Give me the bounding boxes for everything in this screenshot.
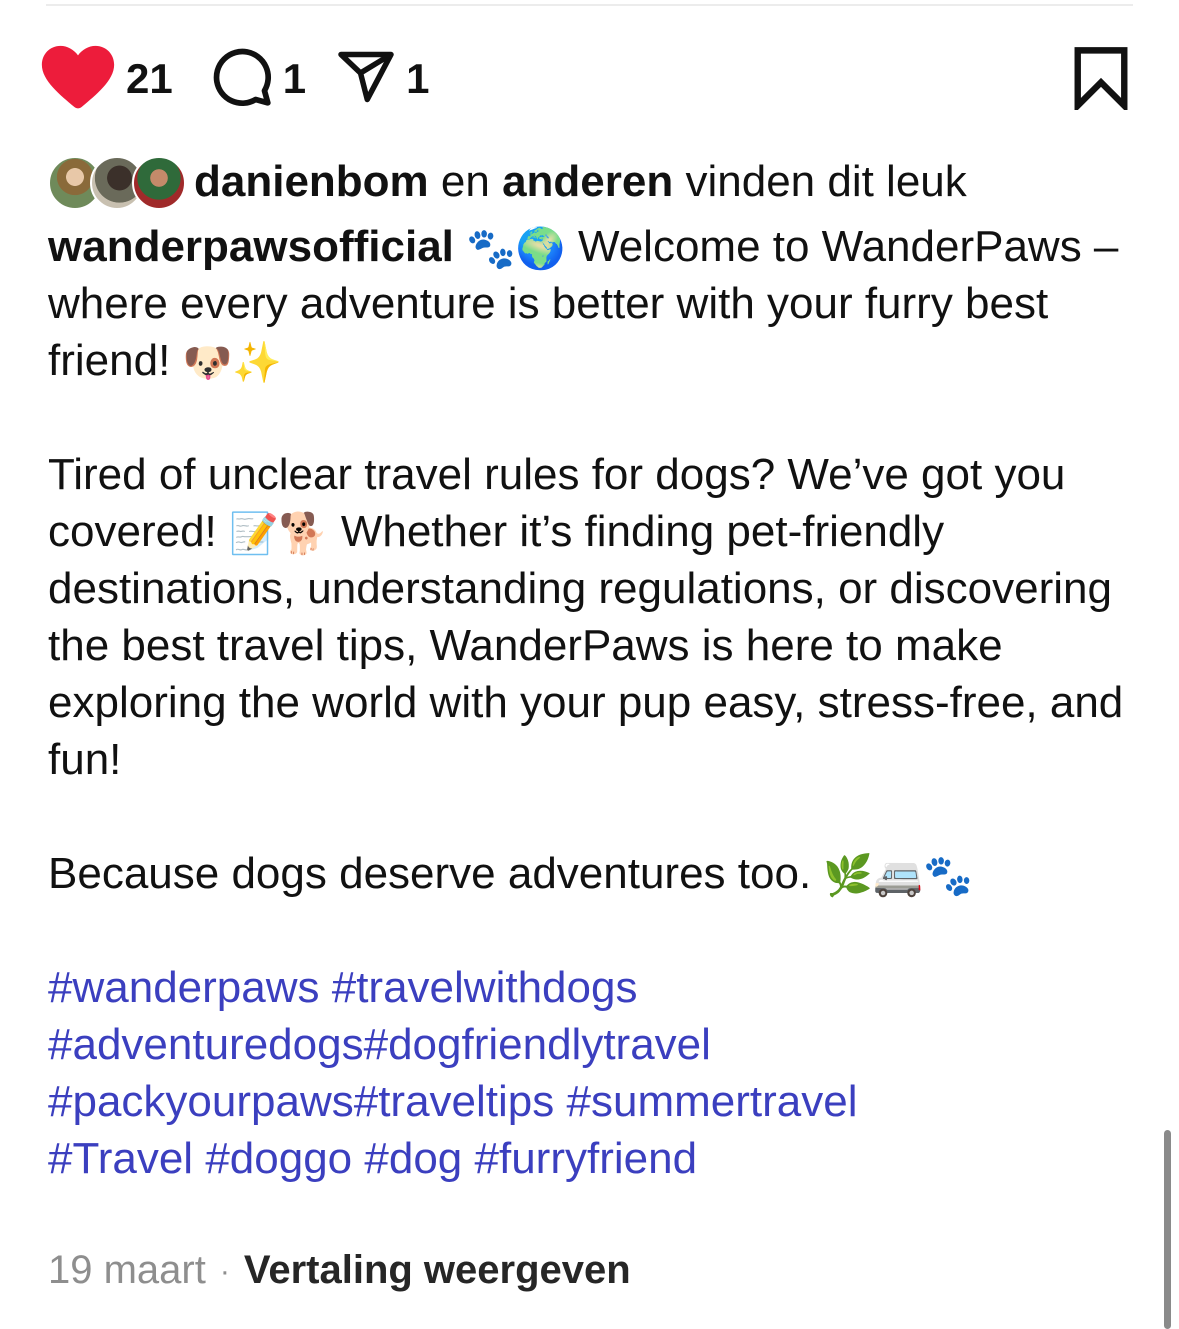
hashtag-link[interactable]: #traveltips <box>354 1077 555 1126</box>
liked-by-avatars[interactable] <box>48 154 186 210</box>
post-caption: wanderpawsofficial 🐾🌍 Welcome to WanderP… <box>48 218 1138 1187</box>
like-count: 21 <box>126 55 173 102</box>
post-meta: 19 maart · Vertaling weergeven <box>48 1242 631 1300</box>
save-button[interactable] <box>1071 46 1131 114</box>
hashtag-link[interactable]: #furryfriend <box>475 1134 698 1183</box>
hashtag-link[interactable]: #dogfriendlytravel <box>364 1020 711 1069</box>
comment-icon <box>211 46 273 113</box>
hashtag-link[interactable]: #dog <box>364 1134 462 1183</box>
hashtag-list: #wanderpaws #travelwithdogs #adventuredo… <box>48 959 1138 1187</box>
hashtag-link[interactable]: #packyourpaws <box>48 1077 354 1126</box>
share-button[interactable]: 1 <box>336 47 429 112</box>
liked-by-line: danienbom en anderen vinden dit leuk <box>48 152 967 212</box>
like-button[interactable]: 21 <box>40 44 173 115</box>
bookmark-icon <box>1071 47 1131 114</box>
hashtag-link[interactable]: #summertravel <box>567 1077 858 1126</box>
translate-link[interactable]: Vertaling weergeven <box>244 1248 631 1292</box>
post-date: 19 maart <box>48 1248 206 1292</box>
caption-text: Because dogs deserve adventures too. <box>48 849 824 898</box>
hashtag-link[interactable]: #adventuredogs <box>48 1020 364 1069</box>
liked-by-suffix: vinden dit leuk <box>673 157 967 206</box>
hashtag-link[interactable]: #travelwithdogs <box>332 963 638 1012</box>
liked-by-username[interactable]: danienbom <box>194 152 429 212</box>
caption-paragraph: Because dogs deserve adventures too. 🌿🚐🐾 <box>48 845 1138 902</box>
send-icon <box>336 47 396 112</box>
dog-sparkles-emoji: 🐶✨ <box>182 340 283 387</box>
comment-count: 1 <box>282 55 307 102</box>
hashtag-link[interactable]: #doggo <box>205 1134 352 1183</box>
herb-van-paw-emoji: 🌿🚐🐾 <box>823 853 973 900</box>
caption-username[interactable]: wanderpawsofficial <box>48 222 454 271</box>
top-divider <box>46 4 1133 6</box>
liked-by-connector: en <box>428 157 503 206</box>
caption-paragraph: Tired of unclear travel rules for dogs? … <box>48 446 1138 788</box>
liked-by-others[interactable]: anderen <box>502 152 673 212</box>
comment-button[interactable]: 1 <box>211 46 306 113</box>
share-count: 1 <box>406 55 430 102</box>
paw-globe-emoji: 🐾🌍 <box>466 226 566 273</box>
post-actions: 21 1 1 <box>40 44 429 114</box>
memo-dog-emoji: 📝🐕 <box>228 511 329 558</box>
hashtag-link[interactable]: #wanderpaws <box>48 963 320 1012</box>
meta-separator: · <box>219 1255 230 1289</box>
heart-icon <box>40 44 116 115</box>
caption-paragraph: wanderpawsofficial 🐾🌍 Welcome to WanderP… <box>48 218 1138 389</box>
avatar <box>132 156 186 210</box>
hashtag-link[interactable]: #Travel <box>48 1134 193 1183</box>
scrollbar[interactable] <box>1164 1130 1171 1329</box>
